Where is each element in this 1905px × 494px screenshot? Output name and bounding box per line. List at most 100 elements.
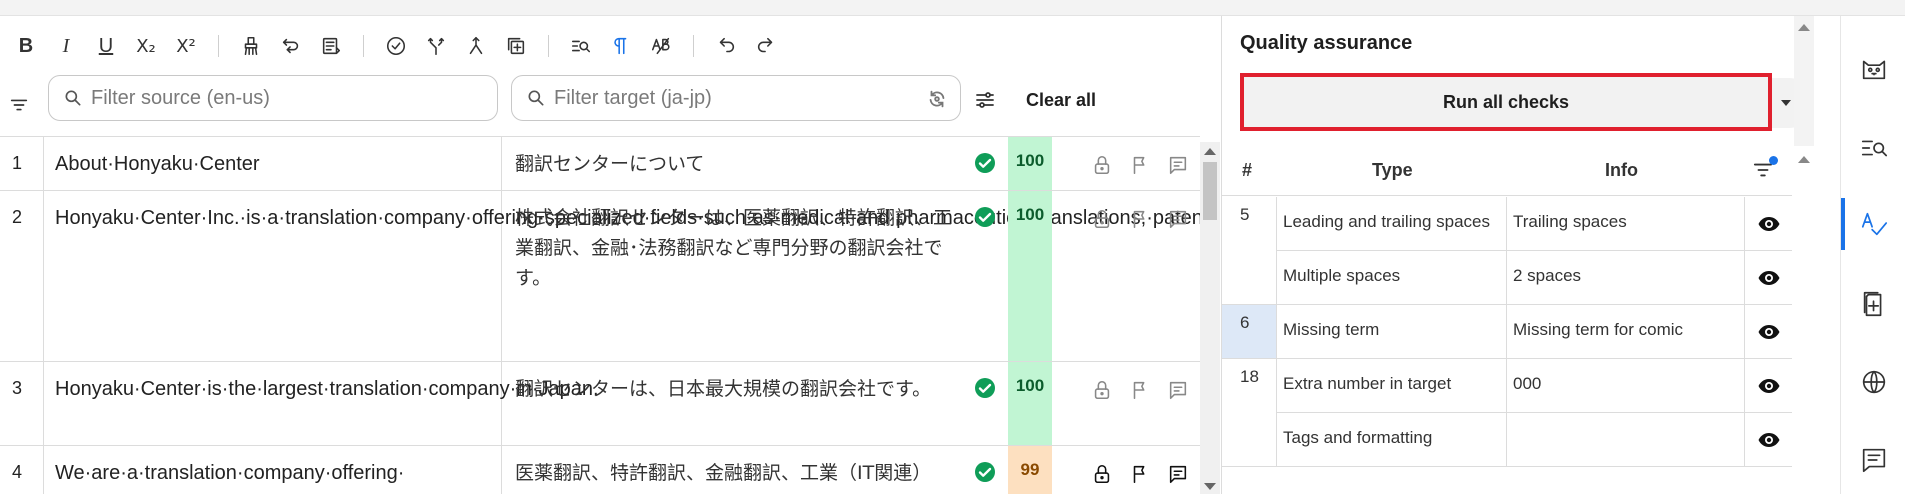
show-whitespace-icon[interactable] xyxy=(601,28,641,64)
qa-table-header: # Type Info xyxy=(1222,146,1792,196)
eye-icon[interactable] xyxy=(1745,197,1792,251)
lock-icon[interactable] xyxy=(1090,378,1114,402)
scroll-up-arrow[interactable] xyxy=(1798,156,1810,163)
flag-icon[interactable] xyxy=(1128,153,1152,177)
target-cell[interactable]: 翻訳センターについて xyxy=(502,137,965,190)
target-cell[interactable]: 株式会社翻訳センターは、医薬翻訳、特許翻訳、工業翻訳、金融･法務翻訳など専門分野… xyxy=(502,191,965,361)
target-cell[interactable]: 翻訳センターは、日本最大規模の翻訳会社です。 xyxy=(502,362,965,445)
comment-icon[interactable] xyxy=(1841,428,1905,492)
scroll-thumb[interactable] xyxy=(1203,162,1217,220)
concordance-icon[interactable] xyxy=(561,28,601,64)
filter-settings-icon[interactable] xyxy=(970,85,1000,115)
redo-icon[interactable] xyxy=(746,28,786,64)
qa-type: Leading and trailing spaces xyxy=(1277,197,1507,251)
search-list-icon[interactable] xyxy=(1841,116,1905,180)
flag-icon[interactable] xyxy=(1128,378,1152,402)
source-cell: Honyaku·Center·Inc.·is·a·translation·com… xyxy=(44,191,1200,361)
active-filter-dot xyxy=(1769,156,1778,165)
eye-icon[interactable] xyxy=(1745,305,1792,359)
side-rail xyxy=(1840,16,1905,494)
filter-menu-icon[interactable] xyxy=(2,88,36,122)
convert-icon[interactable] xyxy=(271,28,311,64)
segment-row[interactable]: 2 Honyaku·Center·Inc.·is·a·translation·c… xyxy=(0,191,1200,362)
target-filter-box[interactable] xyxy=(511,75,961,121)
grid-scrollbar[interactable] xyxy=(1200,142,1220,494)
toolbar-separator xyxy=(693,35,694,57)
lock-icon[interactable] xyxy=(1090,462,1114,486)
target-cell[interactable]: 医薬翻訳、特許翻訳、金融翻訳、工業（IT関連） xyxy=(502,446,965,494)
qa-info xyxy=(1507,413,1745,467)
toolbar-separator xyxy=(218,35,219,57)
match-score: 100 xyxy=(1008,191,1052,361)
qa-info: 2 spaces xyxy=(1507,251,1745,305)
qa-title: Quality assurance xyxy=(1240,32,1413,54)
clear-formatting-icon[interactable] xyxy=(231,28,271,64)
segment-row[interactable]: 4 We·are·a·translation·company·offering·… xyxy=(0,446,1200,494)
segment-row[interactable]: 3 Honyaku·Center·is·the·largest·translat… xyxy=(0,362,1200,446)
comment-icon[interactable] xyxy=(1166,207,1190,231)
undo-icon[interactable] xyxy=(706,28,746,64)
scroll-up-arrow[interactable] xyxy=(1204,148,1216,155)
refresh-search-icon[interactable] xyxy=(926,88,948,110)
source-cell: Honyaku·Center·is·the·largest·translatio… xyxy=(44,362,599,445)
globe-icon[interactable] xyxy=(1841,350,1905,414)
qa-issue-row[interactable]: 18 Extra number in target 000 xyxy=(1222,359,1792,467)
qa-issue-row[interactable]: Multiple spaces 2 spaces xyxy=(1222,251,1792,305)
eye-icon[interactable] xyxy=(1745,413,1792,467)
run-all-checks-button[interactable]: Run all checks xyxy=(1240,73,1772,131)
flag-icon[interactable] xyxy=(1128,462,1152,486)
scroll-up-arrow[interactable] xyxy=(1798,24,1810,31)
comment-icon[interactable] xyxy=(1166,378,1190,402)
header-type: Type xyxy=(1372,160,1413,180)
source-filter-box[interactable] xyxy=(48,75,498,121)
superscript-button[interactable]: X² xyxy=(166,28,206,64)
source-filter-input[interactable] xyxy=(91,86,391,110)
flag-icon[interactable] xyxy=(1128,207,1152,231)
source-cell: About·Honyaku·Center xyxy=(44,137,502,190)
target-filter-input[interactable] xyxy=(554,86,854,110)
qa-info: Missing term for comic xyxy=(1507,305,1745,359)
comment-icon[interactable] xyxy=(1166,462,1190,486)
qa-issue-row[interactable]: Tags and formatting xyxy=(1222,413,1792,467)
qa-table-scrollbar[interactable] xyxy=(1794,146,1814,446)
add-document-icon[interactable] xyxy=(1841,272,1905,336)
qa-scrollbar[interactable] xyxy=(1794,16,1814,146)
eye-icon[interactable] xyxy=(1745,359,1792,413)
segment-number: 4 xyxy=(0,446,44,494)
match-score: 99 xyxy=(1008,446,1052,494)
qa-type: Extra number in target xyxy=(1277,359,1507,413)
qa-issue-row[interactable]: 6 Missing term Missing term for comic xyxy=(1222,305,1792,359)
italic-button[interactable]: I xyxy=(46,28,86,64)
scroll-down-arrow[interactable] xyxy=(1204,483,1216,490)
bold-button[interactable]: B xyxy=(6,28,46,64)
merge-icon[interactable] xyxy=(416,28,456,64)
spellcheck-toggle-icon[interactable] xyxy=(641,28,681,64)
spellcheck-icon[interactable] xyxy=(1841,192,1905,256)
confirmed-icon xyxy=(965,205,1005,231)
toolbar-separator xyxy=(548,35,549,57)
segment-number: 3 xyxy=(0,362,44,445)
qa-type: Missing term xyxy=(1277,305,1507,359)
confirmed-icon xyxy=(965,460,1005,486)
qa-type: Tags and formatting xyxy=(1277,413,1507,467)
lock-icon[interactable] xyxy=(1090,153,1114,177)
filter-icon[interactable] xyxy=(1752,156,1778,182)
split-icon[interactable] xyxy=(456,28,496,64)
clear-all-button[interactable]: Clear all xyxy=(1026,85,1096,115)
cat-icon[interactable] xyxy=(1841,36,1905,100)
filter-bar: Clear all xyxy=(0,75,1221,135)
confirmed-icon xyxy=(965,151,1005,177)
insert-segment-icon[interactable] xyxy=(496,28,536,64)
copy-source-icon[interactable] xyxy=(311,28,351,64)
qa-info: 000 xyxy=(1507,359,1745,413)
lock-icon[interactable] xyxy=(1090,207,1114,231)
confirm-icon[interactable] xyxy=(376,28,416,64)
qa-issue-row[interactable]: 5 Leading and trailing spaces Trailing s… xyxy=(1222,197,1792,305)
underline-button[interactable]: U xyxy=(86,28,126,64)
subscript-button[interactable]: X₂ xyxy=(126,28,166,64)
qa-panel: Quality assurance Run all checks # Type … xyxy=(1222,16,1818,494)
comment-icon[interactable] xyxy=(1166,153,1190,177)
eye-icon[interactable] xyxy=(1745,251,1792,305)
qa-info: Trailing spaces xyxy=(1507,197,1745,251)
segment-row[interactable]: 1 About·Honyaku·Center 翻訳センターについて 100 xyxy=(0,137,1200,191)
